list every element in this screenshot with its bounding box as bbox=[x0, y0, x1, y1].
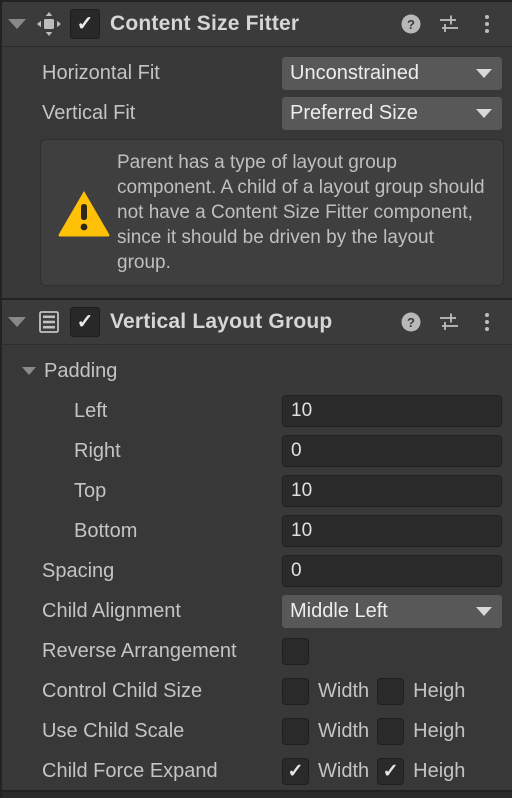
dropdown-vertical-fit[interactable]: Preferred Size bbox=[282, 96, 502, 130]
label-reverse-arrangement: Reverse Arrangement bbox=[42, 639, 237, 662]
foldout-toggle-vertical-layout-group[interactable] bbox=[2, 300, 32, 344]
component-header-content-size-fitter[interactable]: ✓ Content Size Fitter ? bbox=[2, 2, 512, 47]
label-use-child-scale-width: Width bbox=[318, 719, 370, 742]
warning-box: Parent has a type of layout group compon… bbox=[40, 139, 504, 286]
dropdown-child-alignment[interactable]: Middle Left bbox=[282, 594, 502, 628]
foldout-toggle-padding[interactable] bbox=[2, 367, 36, 375]
component-title-vertical-layout-group: Vertical Layout Group bbox=[110, 310, 333, 333]
label-child-force-expand-width: Width bbox=[318, 759, 370, 782]
component-body-vertical-layout-group: Padding Left 10 Right 0 Top 10 Bottom 10… bbox=[2, 345, 512, 791]
checkmark-icon: ✓ bbox=[76, 13, 94, 35]
preset-icon[interactable] bbox=[438, 311, 460, 333]
chevron-down-icon bbox=[22, 367, 36, 375]
row-use-child-scale: Use Child Scale Width Heigh bbox=[2, 711, 512, 751]
preset-icon[interactable] bbox=[438, 13, 460, 35]
label-padding-left: Left bbox=[74, 399, 108, 422]
row-padding-bottom: Bottom 10 bbox=[2, 511, 512, 551]
label-control-child-size: Control Child Size bbox=[42, 679, 203, 702]
help-icon[interactable]: ? bbox=[400, 13, 422, 35]
component-header-vertical-layout-group[interactable]: ✓ Vertical Layout Group ? bbox=[2, 298, 512, 345]
svg-text:?: ? bbox=[407, 315, 415, 330]
component-title-content-size-fitter: Content Size Fitter bbox=[110, 12, 300, 35]
checkbox-group-use-child-scale: Width Heigh bbox=[282, 717, 512, 745]
input-padding-bottom[interactable]: 10 bbox=[282, 515, 502, 547]
foldout-toggle-content-size-fitter[interactable] bbox=[2, 2, 32, 46]
label-child-force-expand-height: Heigh bbox=[413, 759, 466, 782]
checkbox-use-child-scale-height[interactable] bbox=[377, 717, 405, 745]
checkbox-child-force-expand-width[interactable]: ✓ bbox=[282, 757, 309, 785]
checkbox-group-child-force-expand: ✓ Width ✓ Heigh bbox=[282, 757, 512, 785]
input-padding-top[interactable]: 10 bbox=[282, 475, 502, 507]
label-horizontal-fit: Horizontal Fit bbox=[42, 61, 160, 84]
row-horizontal-fit: Horizontal Fit Unconstrained bbox=[2, 53, 512, 93]
svg-text:?: ? bbox=[407, 17, 415, 32]
warning-area: Parent has a type of layout group compon… bbox=[2, 133, 512, 298]
row-padding-top: Top 10 bbox=[2, 471, 512, 511]
content-size-fitter-icon bbox=[32, 2, 66, 46]
label-control-child-size-width: Width bbox=[318, 679, 370, 702]
unity-inspector-panel: ✓ Content Size Fitter ? Horizontal Fit U… bbox=[0, 0, 512, 798]
row-padding-group[interactable]: Padding bbox=[2, 351, 512, 391]
more-menu-icon[interactable] bbox=[476, 13, 498, 35]
row-child-force-expand: Child Force Expand ✓ Width ✓ Heigh bbox=[2, 751, 512, 791]
dropdown-value-vertical-fit: Preferred Size bbox=[290, 101, 418, 124]
checkbox-child-force-expand-height[interactable]: ✓ bbox=[377, 757, 405, 785]
label-padding-bottom: Bottom bbox=[74, 519, 138, 542]
label-padding-right: Right bbox=[74, 439, 121, 462]
input-padding-right[interactable]: 0 bbox=[282, 435, 502, 467]
checkbox-group-control-child-size: Width Heigh bbox=[282, 677, 512, 705]
row-vertical-fit: Vertical Fit Preferred Size bbox=[2, 93, 512, 133]
chevron-down-icon bbox=[476, 68, 492, 78]
label-control-child-size-height: Heigh bbox=[413, 679, 466, 702]
checkmark-icon: ✓ bbox=[382, 760, 399, 782]
checkbox-control-child-size-height[interactable] bbox=[377, 677, 405, 705]
row-reverse-arrangement: Reverse Arrangement bbox=[2, 631, 512, 671]
panel-bottom-divider bbox=[2, 790, 512, 798]
row-control-child-size: Control Child Size Width Heigh bbox=[2, 671, 512, 711]
checkbox-control-child-size-width[interactable] bbox=[282, 677, 309, 705]
label-child-alignment: Child Alignment bbox=[42, 599, 181, 622]
label-child-force-expand: Child Force Expand bbox=[42, 759, 218, 782]
label-use-child-scale: Use Child Scale bbox=[42, 719, 185, 742]
checkbox-use-child-scale-width[interactable] bbox=[282, 717, 309, 745]
chevron-down-icon bbox=[476, 108, 492, 118]
label-padding-top: Top bbox=[74, 479, 107, 502]
more-menu-icon[interactable] bbox=[476, 311, 498, 333]
row-spacing: Spacing 0 bbox=[2, 551, 512, 591]
component-enabled-checkbox-content-size-fitter[interactable]: ✓ bbox=[70, 9, 100, 39]
checkbox-group-reverse-arrangement bbox=[282, 637, 512, 665]
checkmark-icon: ✓ bbox=[76, 311, 94, 333]
dropdown-value-horizontal-fit: Unconstrained bbox=[290, 61, 419, 84]
component-body-content-size-fitter: Horizontal Fit Unconstrained Vertical Fi… bbox=[2, 47, 512, 298]
chevron-down-icon bbox=[8, 317, 26, 327]
row-child-alignment: Child Alignment Middle Left bbox=[2, 591, 512, 631]
row-padding-right: Right 0 bbox=[2, 431, 512, 471]
chevron-down-icon bbox=[8, 19, 26, 29]
input-spacing[interactable]: 0 bbox=[282, 555, 502, 587]
row-padding-left: Left 10 bbox=[2, 391, 512, 431]
checkmark-icon: ✓ bbox=[287, 760, 304, 782]
label-vertical-fit: Vertical Fit bbox=[42, 101, 136, 124]
dropdown-value-child-alignment: Middle Left bbox=[290, 599, 388, 622]
input-padding-left[interactable]: 10 bbox=[282, 395, 502, 427]
label-padding: Padding bbox=[44, 359, 118, 382]
label-use-child-scale-height: Heigh bbox=[413, 719, 466, 742]
dropdown-horizontal-fit[interactable]: Unconstrained bbox=[282, 56, 502, 90]
component-enabled-checkbox-vertical-layout-group[interactable]: ✓ bbox=[70, 307, 100, 337]
chevron-down-icon bbox=[476, 606, 492, 616]
checkbox-reverse-arrangement[interactable] bbox=[282, 637, 309, 665]
warning-message: Parent has a type of layout group compon… bbox=[117, 152, 485, 273]
warning-triangle-icon bbox=[51, 188, 117, 238]
vertical-layout-group-icon bbox=[32, 300, 66, 344]
header-icon-group-vertical-layout-group: ? bbox=[400, 311, 512, 333]
help-icon[interactable]: ? bbox=[400, 311, 422, 333]
header-icon-group-content-size-fitter: ? bbox=[400, 13, 512, 35]
label-spacing: Spacing bbox=[42, 559, 115, 582]
